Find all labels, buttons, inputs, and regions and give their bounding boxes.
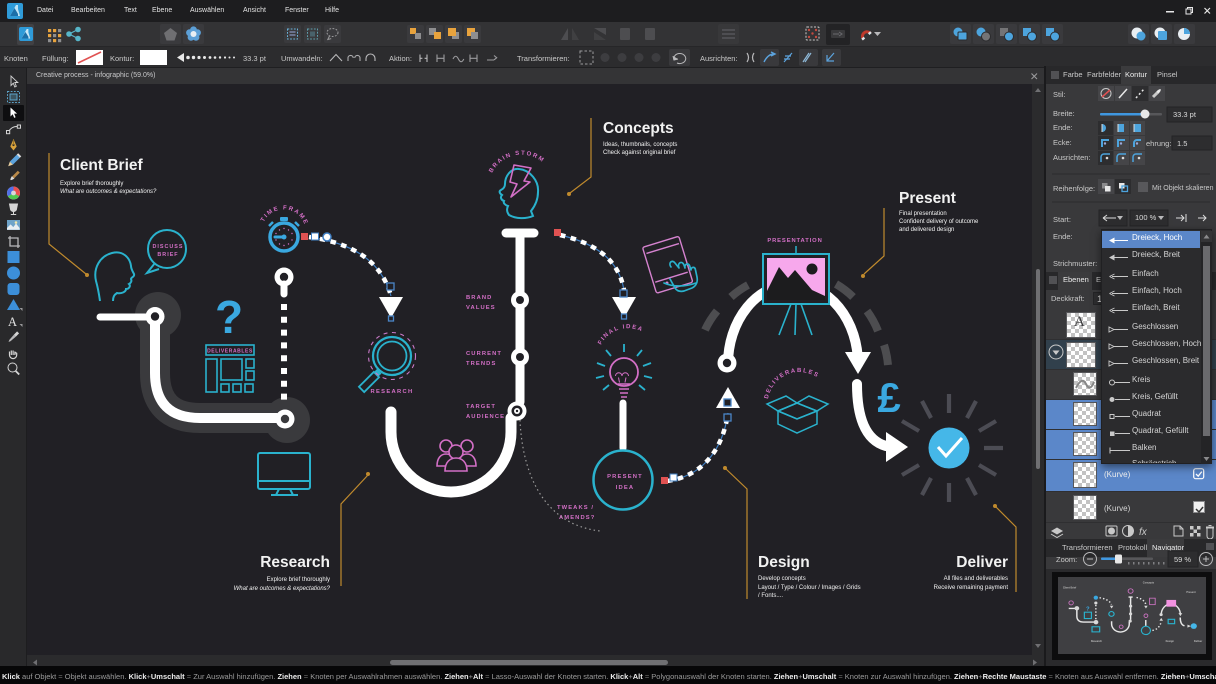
svg-text:CURRENT: CURRENT — [466, 351, 502, 357]
svg-text:AUDIENCE: AUDIENCE — [466, 414, 505, 420]
svg-text:PRESENT: PRESENT — [607, 474, 643, 480]
svg-text:59 %: 59 % — [1174, 555, 1191, 564]
svg-text:Present: Present — [899, 190, 956, 207]
svg-text:33.3 pt: 33.3 pt — [1173, 110, 1197, 119]
svg-text:Concepts: Concepts — [1143, 582, 1155, 585]
svg-text:Mit Objekt skalieren: Mit Objekt skalieren — [1152, 185, 1214, 192]
svg-text:TARGET: TARGET — [466, 404, 496, 410]
svg-text:BRIEF: BRIEF — [157, 252, 178, 258]
svg-text:1.5: 1.5 — [1177, 139, 1187, 148]
svg-text:Research: Research — [260, 554, 330, 571]
svg-text:DELIVERABLES: DELIVERABLES — [207, 349, 253, 355]
svg-text:Layout / Type / Colour / Image: Layout / Type / Colour / Images / Grids — [758, 585, 861, 591]
svg-text:100 %: 100 % — [1135, 213, 1157, 222]
svg-text:RESEARCH: RESEARCH — [371, 389, 414, 395]
svg-text:DISCUSS: DISCUSS — [153, 244, 184, 250]
svg-text:Present: Present — [1186, 591, 1195, 594]
svg-text:Deliver: Deliver — [1194, 640, 1202, 643]
svg-text:Check against original brief: Check against original brief — [603, 150, 676, 156]
svg-text:Ideas, thumbnails, concepts: Ideas, thumbnails, concepts — [603, 142, 677, 148]
svg-text:ehrung:: ehrung: — [1146, 139, 1171, 148]
svg-text:VALUES: VALUES — [466, 305, 496, 311]
svg-text:What are outcomes & expectatio: What are outcomes & expectations? — [60, 189, 157, 195]
svg-text:BRAND: BRAND — [466, 295, 492, 301]
svg-text:PRESENTATION: PRESENTATION — [767, 238, 822, 244]
svg-text:Explore brief thoroughly: Explore brief thoroughly — [60, 181, 123, 187]
svg-text:and delivered design: and delivered design — [899, 227, 954, 233]
svg-text:TWEAKS /: TWEAKS / — [557, 505, 594, 511]
svg-text:Client Brief: Client Brief — [60, 157, 144, 174]
svg-text:Design: Design — [1166, 640, 1175, 643]
svg-text:A: A — [8, 315, 17, 329]
svg-text:Final presentation: Final presentation — [899, 211, 947, 217]
svg-text:Research: Research — [1091, 640, 1103, 643]
svg-text:Develop concepts: Develop concepts — [758, 576, 806, 582]
svg-text:fx: fx — [1139, 527, 1148, 538]
svg-text:TRENDS: TRENDS — [466, 361, 496, 367]
svg-text:Confident delivery of outcome: Confident delivery of outcome — [899, 219, 979, 225]
svg-text:Explore brief thoroughly: Explore brief thoroughly — [267, 577, 330, 583]
svg-text:AMENDS?: AMENDS? — [559, 515, 595, 521]
svg-text:Client Brief: Client Brief — [1063, 587, 1077, 590]
svg-text:BRAIN STORM: BRAIN STORM — [488, 151, 545, 174]
svg-text:All files and deliverables: All files and deliverables — [944, 576, 1008, 582]
svg-text:FINAL IDEA: FINAL IDEA — [597, 324, 644, 346]
svg-text:Concepts: Concepts — [603, 120, 674, 137]
svg-text:?: ? — [215, 291, 243, 343]
svg-text:£: £ — [877, 374, 900, 421]
svg-text:?: ? — [1086, 607, 1090, 613]
svg-text:IDEA: IDEA — [616, 485, 635, 491]
svg-text:/ Fonts....: / Fonts.... — [758, 593, 783, 599]
svg-text:DELIVERABLES: DELIVERABLES — [764, 368, 820, 399]
svg-text:Deliver: Deliver — [956, 554, 1008, 571]
svg-text:Design: Design — [758, 554, 810, 571]
svg-text:What are outcomes & expectatio: What are outcomes & expectations? — [234, 586, 331, 592]
svg-text:Receive remaining payment: Receive remaining payment — [934, 585, 1009, 591]
